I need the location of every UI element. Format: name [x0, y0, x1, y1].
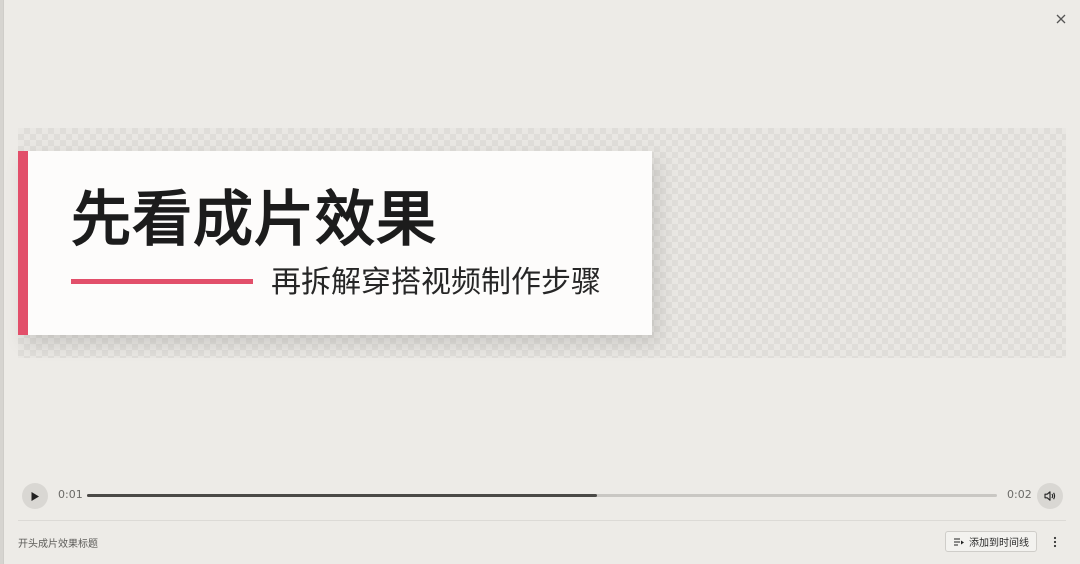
- main-title: 先看成片效果: [71, 185, 437, 255]
- clip-name: 开头成片效果标题: [18, 539, 98, 550]
- current-time: 0:01: [58, 488, 83, 501]
- play-icon: [31, 491, 39, 501]
- accent-bar: [18, 151, 28, 335]
- footer-divider: [18, 520, 1066, 521]
- volume-icon: [1044, 491, 1056, 501]
- progress-fill: [87, 494, 597, 497]
- title-card: 先看成片效果 再拆解穿搭视频制作步骤: [18, 151, 652, 335]
- subtitle: 再拆解穿搭视频制作步骤: [271, 265, 601, 300]
- close-icon: [1056, 14, 1066, 24]
- player-controls: 0:01 0:02: [4, 482, 1080, 510]
- close-button[interactable]: [1050, 8, 1072, 30]
- add-to-timeline-icon: [954, 537, 964, 546]
- total-time: 0:02: [1007, 488, 1032, 501]
- more-vertical-icon: [1053, 536, 1057, 548]
- add-to-timeline-button[interactable]: 添加到时间线: [945, 531, 1037, 552]
- accent-line: [71, 279, 253, 284]
- play-button[interactable]: [22, 483, 48, 509]
- progress-track[interactable]: [87, 494, 997, 497]
- add-to-timeline-label: 添加到时间线: [969, 538, 1029, 549]
- video-preview: 先看成片效果 再拆解穿搭视频制作步骤: [18, 128, 1066, 358]
- more-options-button[interactable]: [1047, 533, 1063, 551]
- preview-modal: 先看成片效果 再拆解穿搭视频制作步骤 0:01 0:02 开头成片效果标题 添加…: [3, 0, 1080, 564]
- volume-button[interactable]: [1037, 483, 1063, 509]
